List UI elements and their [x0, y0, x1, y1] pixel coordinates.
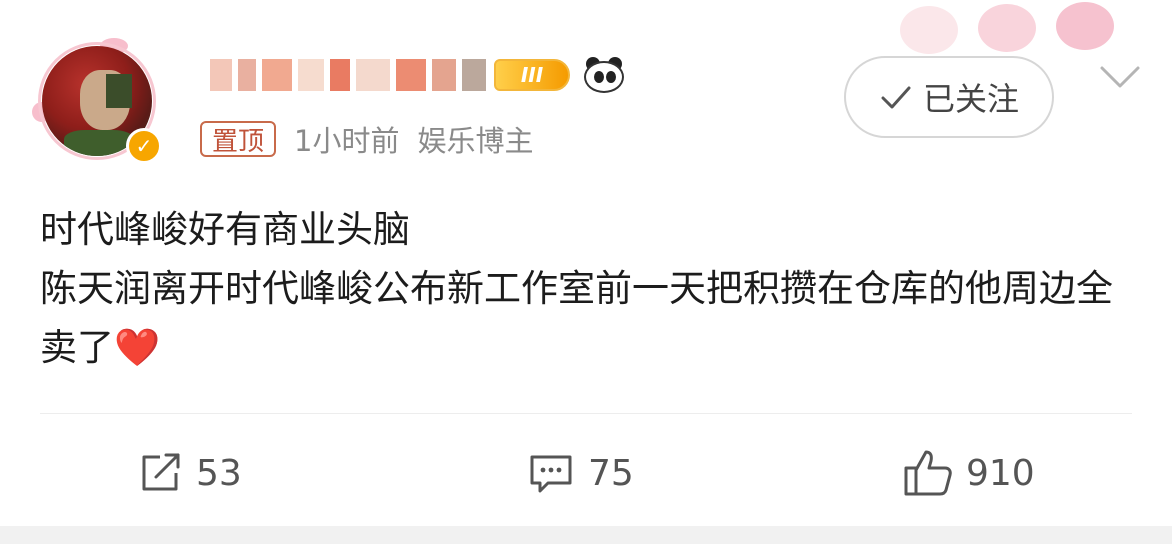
comment-icon	[530, 455, 572, 493]
bunny-sticker-icon	[1056, 2, 1114, 50]
username-blurred[interactable]	[210, 55, 486, 95]
repost-button[interactable]: 53	[136, 440, 242, 506]
follow-button[interactable]: 已关注	[844, 56, 1054, 138]
like-count: 910	[966, 452, 1035, 494]
check-icon	[881, 86, 911, 109]
repost-count: 53	[196, 452, 242, 494]
username-row: III	[210, 50, 628, 100]
chevron-down-icon[interactable]	[1098, 60, 1142, 96]
post-meta: 置顶 1小时前 娱乐博主	[200, 118, 533, 160]
bunny-sticker-icon	[900, 6, 958, 54]
action-bar: 53 75 910	[0, 440, 1172, 506]
repost-icon	[142, 453, 180, 491]
pinned-badge: 置顶	[200, 121, 277, 157]
comment-count: 75	[588, 452, 634, 494]
comment-button[interactable]: 75	[526, 440, 634, 506]
content-line-2: 陈天润离开时代峰峻公布新工作室前一天把积攒在仓库的他周边全卖了❤️	[40, 259, 1140, 377]
avatar[interactable]: ✓	[32, 38, 162, 166]
follow-button-label: 已关注	[922, 80, 1019, 118]
user-tag: 娱乐博主	[417, 124, 534, 158]
content-line-1: 时代峰峻好有商业头脑	[40, 208, 410, 251]
bunny-sticker-icon	[978, 4, 1036, 52]
content-line-2-text: 陈天润离开时代峰峻公布新工作室前一天把积攒在仓库的他周边全卖了	[40, 267, 1113, 369]
post-content: 时代峰峻好有商业头脑 陈天润离开时代峰峻公布新工作室前一天把积攒在仓库的他周边全…	[40, 200, 1140, 377]
level-badge: III	[494, 59, 570, 91]
divider	[40, 413, 1132, 414]
verified-v-icon: ✓	[126, 128, 162, 164]
like-icon	[904, 450, 952, 496]
panda-icon	[580, 55, 628, 95]
post-header: ✓ III 置顶 1小时前 娱乐博主 已关注	[0, 0, 1172, 190]
like-button[interactable]: 910	[902, 440, 1035, 506]
bottom-separator	[0, 526, 1172, 544]
post-time: 1小时前	[294, 124, 400, 158]
heart-emoji-icon: ❤️	[114, 326, 161, 369]
decorative-stickers	[860, 0, 1160, 60]
